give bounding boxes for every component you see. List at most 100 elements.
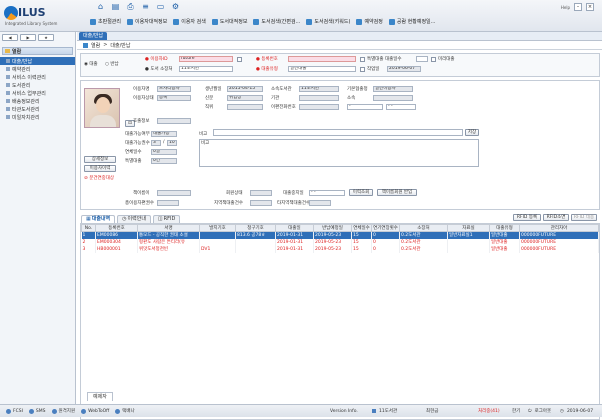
sidebar-header[interactable]: 열람 <box>2 47 73 55</box>
status-item-sms[interactable]: SMS <box>28 408 46 414</box>
status-item-delivery[interactable]: 택배나 <box>115 408 135 414</box>
toolbar-item[interactable]: 도서검색(간편검... <box>251 16 302 27</box>
menu-toolbar: 초판절관리 이용자대적정보 이용자 검색 도서대적정보 도서검색(간편검... … <box>88 16 437 27</box>
document-icon[interactable]: ▤ <box>111 2 120 11</box>
status-item-fcsi[interactable]: FCSI <box>6 408 23 414</box>
col-due-date[interactable]: 반납예정일 <box>313 224 352 232</box>
web-icon <box>81 408 87 414</box>
user-id-input[interactable]: future <box>179 56 233 62</box>
tab-rfid[interactable]: ◫ RFID <box>152 215 181 223</box>
sidebar-item-misc[interactable]: 미일자치관리 <box>0 113 75 121</box>
class-label: 신분 <box>205 96 214 101</box>
phone-prefix-select[interactable]: - <box>347 104 383 110</box>
loan-table-panel: No. 등록번호 서명 발지기호 청구기호 대출일 반납예정일 연체일수 연기연… <box>80 223 600 420</box>
special-loan-days-input[interactable] <box>416 56 428 62</box>
col-place[interactable]: 소장처 <box>399 224 448 232</box>
tab-loan-return[interactable]: 대출/반납 <box>79 32 108 40</box>
memo-textarea[interactable]: 비고 <box>199 139 479 167</box>
minimize-icon[interactable]: – <box>574 3 582 11</box>
bottom-tab[interactable]: 예제자 <box>87 392 113 401</box>
mode-return[interactable]: ○ 반납 <box>105 61 119 67</box>
offline-loan-checkbox[interactable] <box>431 57 436 62</box>
reg-number-input[interactable] <box>288 56 356 62</box>
col-call[interactable]: 청구기호 <box>235 224 276 232</box>
tab-history[interactable]: ◷ 이력안내 <box>117 215 151 223</box>
cell-loan-type: 일반대출 <box>489 238 520 246</box>
warn-link[interactable]: ⊘ 분건연중대상 <box>84 175 114 181</box>
list-icon[interactable]: ≡ <box>141 2 150 11</box>
toolbar-item[interactable]: 도서대적정보 <box>210 16 250 27</box>
language-toggle[interactable]: 한기 <box>512 408 520 414</box>
user-detail-button[interactable]: 상세정보 <box>84 156 116 163</box>
loan-type-select[interactable]: 일반대출 <box>288 66 356 72</box>
memo-save-button[interactable]: 저장 <box>465 129 479 136</box>
page-icon <box>6 99 10 103</box>
sidebar-item-service-history[interactable]: 서비스 이력관리 <box>0 73 75 81</box>
breadcrumb-item[interactable]: 대출/반납 <box>110 42 130 49</box>
help-link[interactable]: Help <box>561 5 570 10</box>
breadcrumb-item[interactable]: 열람 <box>91 42 100 49</box>
logout-button[interactable]: ⏻ 로그아웃 <box>528 408 551 414</box>
tab-loan-list[interactable]: ▦ 대출내역 <box>81 215 116 223</box>
version-info-link[interactable]: Version Info. <box>330 409 358 414</box>
mode-loan[interactable]: ◉ 대출 <box>84 61 98 67</box>
col-loan-type[interactable]: 대출유형 <box>489 224 520 232</box>
loan-stop-input[interactable]: - - <box>309 190 345 196</box>
dept-field <box>373 95 413 101</box>
status-item-web[interactable]: WebToOff <box>81 408 109 414</box>
user-id-checkbox[interactable] <box>237 57 242 62</box>
col-extension[interactable]: 연기연장횟수 <box>371 224 400 232</box>
cell-manager: 000000FUTURE <box>519 231 599 239</box>
alert-count[interactable]: 처리중(41) <box>478 408 500 414</box>
print-icon[interactable]: ⎙ <box>126 2 135 11</box>
col-manager[interactable]: 관리자아 <box>519 224 599 232</box>
sidebar-item-loan-return[interactable]: 대출/반납 <box>0 57 75 65</box>
phone-number-input[interactable]: - - <box>386 104 416 110</box>
rfid-register-button[interactable]: RFID 등록 <box>513 214 541 221</box>
col-title[interactable]: 서명 <box>137 224 200 232</box>
memo-header-input[interactable] <box>213 129 463 136</box>
status-item-remote[interactable]: 원격지원 <box>51 408 75 414</box>
user-history-button[interactable]: 이용자이력 <box>84 165 116 172</box>
sidebar-item-book-management[interactable]: 도서관리 <box>0 81 75 89</box>
member-status-field <box>250 190 272 196</box>
table-row[interactable]: 1 EM00086 통모드 - 공직한 권태 소설 813.6 공78ㅎ 201… <box>81 231 599 239</box>
sidebar-back-button[interactable]: ◀ <box>2 34 18 41</box>
gear-icon[interactable]: ⚙ <box>171 2 180 11</box>
work-date-checkbox[interactable] <box>360 67 365 72</box>
toolbar-item[interactable]: 초판절관리 <box>88 16 123 27</box>
sidebar-forward-button[interactable]: ▶ <box>20 34 36 41</box>
toolbar-item[interactable]: 도서검색(키워드) <box>304 16 352 27</box>
main-tabbar: 대출/반납 <box>77 32 602 41</box>
col-overdue[interactable]: 연체일수 <box>351 224 372 232</box>
col-loan-date[interactable]: 대출일 <box>275 224 314 232</box>
remote-support-icon <box>51 408 57 414</box>
rfid-use-button[interactable]: RFID 테용 <box>571 214 597 221</box>
sidebar-item-delivery[interactable]: 배송정보관리 <box>0 97 75 105</box>
home-icon[interactable]: ⌂ <box>96 2 105 11</box>
sidebar-item-reservation[interactable]: 예약관리 <box>0 65 75 73</box>
sidebar-item-other-library[interactable]: 타관도서관리 <box>0 105 75 113</box>
toolbar-item[interactable]: 이용자대적정보 <box>125 16 169 27</box>
col-no[interactable]: No. <box>81 224 96 232</box>
toolbar-item[interactable]: 공람 현황예정일... <box>387 16 438 27</box>
col-class[interactable]: 발지기호 <box>199 224 236 232</box>
sidebar-item-service-work[interactable]: 서비스 업무관리 <box>0 89 75 97</box>
rfid-clear-button[interactable]: RFID소면 <box>543 214 569 221</box>
col-room[interactable]: 자료실 <box>447 224 490 232</box>
toolbar-item[interactable]: 예약검정 <box>354 16 384 27</box>
history-search-button[interactable]: 이력조회 <box>349 189 373 196</box>
display-icon[interactable]: ▭ <box>156 2 165 11</box>
special-loan-checkbox[interactable] <box>360 57 365 62</box>
col-reg[interactable]: 등록번호 <box>95 224 138 232</box>
table-row[interactable]: 3 HB000001 위맛도서청천빈 DV1 2019-01-31 2019-0… <box>81 245 599 253</box>
sidebar-favorite-button[interactable]: ★ <box>38 34 54 41</box>
table-row[interactable]: 2 EM000304 펑판도 사람은 튼티라(유 2019-01-31 2019… <box>81 238 599 246</box>
book-member-import-button[interactable]: 책이름회원 반입 <box>377 189 417 196</box>
work-date-input[interactable]: 2019-06-07 <box>387 66 421 72</box>
return-place-select[interactable]: 11도서관 <box>179 66 233 72</box>
book-name-label: 책이름이 <box>133 191 150 196</box>
sms-icon <box>28 408 34 414</box>
toolbar-item[interactable]: 이용자 검색 <box>171 16 208 27</box>
close-icon[interactable]: × <box>586 3 594 11</box>
